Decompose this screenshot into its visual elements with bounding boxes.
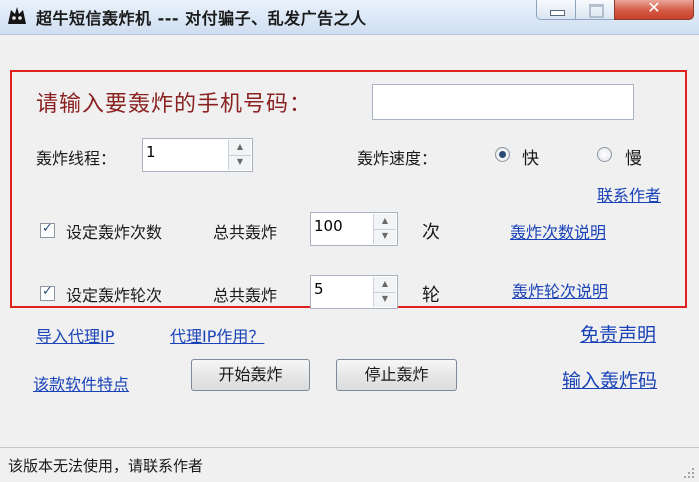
count-stepper[interactable]: 100 ▲ ▼	[310, 212, 398, 246]
speed-slow-radio[interactable]	[597, 147, 612, 162]
threads-value: 1	[146, 143, 156, 161]
start-button[interactable]: 开始轰炸	[191, 359, 310, 391]
contact-author-link[interactable]: 联系作者	[597, 182, 661, 206]
round-check-label: 设定轰炸轮次	[66, 286, 163, 305]
round-checkbox[interactable]: ✓	[40, 284, 55, 301]
spin-up-icon[interactable]: ▲	[374, 214, 396, 230]
title-bar[interactable]: 超牛短信轰炸机 --- 对付骗子、乱发广告之人 ✕	[0, 0, 699, 35]
app-logo-icon	[8, 7, 26, 24]
resize-grip-icon[interactable]	[681, 465, 695, 479]
maximize-icon	[589, 4, 604, 18]
speed-fast-label: 快	[522, 149, 539, 169]
count-unit: 次	[422, 222, 440, 243]
spin-down-icon[interactable]: ▼	[374, 292, 396, 307]
app-window: 超牛短信轰炸机 --- 对付骗子、乱发广告之人 ✕ 请输入要轰炸的手机号码： 轰…	[0, 0, 699, 482]
count-checkbox[interactable]: ✓	[40, 221, 55, 238]
status-bar: 该版本无法使用，请联系作者	[0, 447, 699, 482]
close-icon: ✕	[647, 0, 661, 17]
enter-code-link[interactable]: 输入轰炸码	[562, 366, 657, 393]
window-title: 超牛短信轰炸机 --- 对付骗子、乱发广告之人	[36, 9, 367, 28]
threads-stepper[interactable]: 1 ▲ ▼	[142, 138, 253, 172]
maximize-button[interactable]	[575, 0, 615, 20]
phone-label: 请输入要轰炸的手机号码：	[36, 92, 313, 117]
proxy-purpose-link[interactable]: 代理IP作用？	[170, 323, 264, 347]
count-stepper-buttons: ▲ ▼	[373, 214, 396, 244]
checkmark-icon: ✓	[42, 284, 53, 299]
speed-label: 轰炸速度：	[357, 149, 438, 168]
threads-stepper-buttons: ▲ ▼	[228, 140, 251, 170]
round-stepper[interactable]: 5 ▲ ▼	[310, 275, 398, 309]
speed-slow-label: 慢	[625, 149, 642, 169]
checkmark-icon: ✓	[42, 221, 53, 236]
disclaimer-link[interactable]: 免责声明	[580, 320, 656, 347]
phone-input[interactable]	[372, 84, 634, 120]
import-proxy-link[interactable]: 导入代理IP	[36, 323, 114, 347]
spin-down-icon[interactable]: ▼	[229, 155, 251, 170]
threads-label: 轰炸线程：	[36, 149, 117, 168]
round-unit: 轮	[422, 285, 440, 306]
minimize-button[interactable]	[536, 0, 576, 20]
count-check-label: 设定轰炸次数	[66, 223, 163, 242]
spin-up-icon[interactable]: ▲	[374, 277, 396, 293]
spin-down-icon[interactable]: ▼	[374, 229, 396, 244]
count-total-label: 总共轰炸	[213, 223, 278, 242]
count-help-link[interactable]: 轰炸次数说明	[510, 219, 606, 243]
round-total-label: 总共轰炸	[213, 286, 278, 305]
round-value: 5	[314, 280, 324, 298]
features-link[interactable]: 该款软件特点	[33, 371, 129, 395]
spin-up-icon[interactable]: ▲	[229, 140, 251, 156]
round-help-link[interactable]: 轰炸轮次说明	[512, 278, 608, 302]
stop-button[interactable]: 停止轰炸	[336, 359, 457, 391]
status-text: 该版本无法使用，请联系作者	[8, 457, 204, 475]
minimize-icon	[550, 10, 565, 16]
speed-fast-radio[interactable]	[495, 147, 510, 162]
round-stepper-buttons: ▲ ▼	[373, 277, 396, 307]
count-value: 100	[314, 217, 343, 235]
close-button[interactable]: ✕	[614, 0, 694, 20]
